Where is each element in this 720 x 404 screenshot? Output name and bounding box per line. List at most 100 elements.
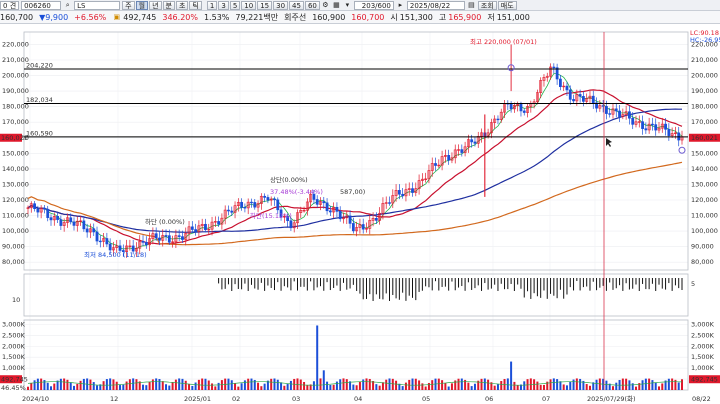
chart-toolbar: 0 견 006260 ⌕ LS 주 월 년 분 초 틱 1 3 5 10 15 … <box>0 0 720 11</box>
volume-bar <box>201 378 204 390</box>
candle-body <box>105 238 109 245</box>
volume-bar <box>214 386 217 390</box>
volume-bar <box>286 384 289 390</box>
volume-bar <box>165 384 168 390</box>
search-icon[interactable]: ⌕ <box>63 1 72 10</box>
candle-body <box>33 203 36 209</box>
interval-1[interactable]: 1 <box>206 0 218 10</box>
volume-bar <box>388 378 391 390</box>
volume-bar <box>188 383 191 390</box>
candle-body <box>496 118 500 121</box>
low-annotation: 최저 84,500 (11/18) <box>84 250 147 259</box>
low-label: 고 <box>438 12 447 22</box>
settings-icon[interactable]: ⚙ <box>321 1 330 10</box>
volume-bar <box>260 386 263 390</box>
stock-name-field[interactable]: LS <box>74 0 121 10</box>
candle-body <box>509 103 513 110</box>
volume-bar <box>66 379 69 390</box>
volume-bar <box>102 381 105 390</box>
volume-bar <box>135 379 138 390</box>
volume-bar <box>174 379 177 390</box>
interval-5[interactable]: 5 <box>229 0 241 10</box>
candle-body <box>164 235 168 237</box>
volume-bar <box>667 378 670 390</box>
volume-bar <box>506 378 509 390</box>
volume-bar <box>681 379 683 390</box>
volume-bar <box>641 380 644 390</box>
candle-body <box>578 94 582 97</box>
volume-bar <box>96 385 99 390</box>
chart-type-minute[interactable]: 분 <box>162 0 175 10</box>
sell-button[interactable]: 매도 <box>497 0 517 10</box>
volume-bar <box>427 382 430 390</box>
volume-bar <box>79 380 82 390</box>
x-tick-label: 04 <box>354 395 362 403</box>
volume-bar <box>648 378 651 390</box>
chart-type-second[interactable]: 초 <box>175 0 189 10</box>
chevron-down-icon[interactable]: ▾ <box>343 1 352 10</box>
annotation-value: 587,00) <box>340 188 365 196</box>
level-label: 204,220 <box>26 61 53 69</box>
volume-bar <box>411 378 414 390</box>
chart-type-tick[interactable]: 틱 <box>189 0 202 10</box>
volume-bar <box>470 386 473 390</box>
volume-tick-right: 2,500K <box>691 331 715 339</box>
volume-bar <box>145 385 148 390</box>
price-tick-right: 140,000 <box>691 165 718 173</box>
candle-body <box>565 85 569 91</box>
candle-body <box>605 106 608 114</box>
candle-body <box>177 235 181 237</box>
volume-bar <box>500 381 503 390</box>
volume-bar <box>312 381 315 390</box>
chart-type-week[interactable]: 주 <box>122 0 135 10</box>
stock-code-input[interactable]: 006260 <box>21 0 62 10</box>
chart-type-year[interactable]: 년 <box>149 0 162 10</box>
volume-bar <box>654 382 657 390</box>
volume-bar <box>467 382 470 390</box>
candle-body <box>470 139 474 143</box>
candle-body <box>95 231 99 242</box>
candle-body <box>335 206 339 212</box>
period-count-field[interactable]: 203/600 <box>353 0 394 10</box>
volume-bar <box>125 381 128 390</box>
volume-tick-left: 1,000K <box>2 364 26 372</box>
candle-body <box>69 217 73 223</box>
volume-bar <box>194 382 197 390</box>
volume-bar <box>119 385 122 390</box>
open-price: 160,700 <box>351 12 385 22</box>
volume-bar <box>523 381 526 390</box>
interval-10[interactable]: 10 <box>241 0 257 10</box>
x-tick-label: 07 <box>542 395 550 403</box>
volume-bar <box>237 386 240 390</box>
candle-body <box>217 221 221 225</box>
interval-45[interactable]: 45 <box>289 0 304 10</box>
candle-body <box>82 220 86 230</box>
volume-bar <box>109 378 112 390</box>
candle-body <box>411 188 414 193</box>
x-tick-label: 12 <box>110 395 118 403</box>
price-tick-left: 90,000 <box>2 243 25 251</box>
price-tick-right: 100,000 <box>691 227 718 235</box>
volume-bar <box>27 386 29 390</box>
volume-bar <box>335 381 338 390</box>
stock-chart[interactable]: 220,000 220,000210,000 210,000200,000 200,0… <box>0 24 720 404</box>
grid-icon[interactable]: ▦ <box>332 1 341 10</box>
candle-body <box>641 121 644 129</box>
interval-15[interactable]: 15 <box>257 0 273 10</box>
chart-type-month[interactable]: 월 <box>135 0 149 10</box>
x-tick-label: 02 <box>232 395 240 403</box>
interval-60[interactable]: 60 <box>304 0 320 10</box>
query-button[interactable]: 조회 <box>477 0 497 10</box>
price-tick-right: 200,000 <box>691 72 718 80</box>
volume-bar <box>263 383 266 390</box>
candle-body <box>98 240 102 243</box>
calendar-icon[interactable]: ▤ <box>467 1 476 10</box>
next-icon[interactable]: ▸ <box>396 1 405 10</box>
timeframe-select[interactable]: 0 견 <box>0 0 20 10</box>
candle-body <box>56 216 59 220</box>
volume-bar <box>132 378 135 390</box>
interval-3[interactable]: 3 <box>218 0 229 10</box>
candle-body <box>322 201 326 204</box>
date-field[interactable]: 2025/08/22 <box>406 0 465 10</box>
interval-30[interactable]: 30 <box>273 0 289 10</box>
